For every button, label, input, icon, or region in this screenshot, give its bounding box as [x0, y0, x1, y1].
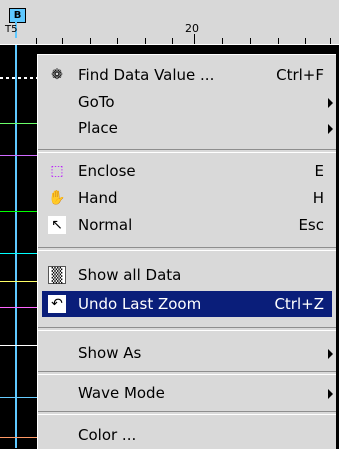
menu-item-label: Show all Data	[78, 266, 182, 284]
menu-item-shortcut: E	[314, 162, 324, 180]
menu-item-wave-mode[interactable]: Wave Mode	[42, 380, 333, 406]
menu-item-label: Wave Mode	[78, 384, 165, 402]
ruler-tick-label: 20	[185, 22, 199, 35]
ruler-tick	[62, 38, 63, 44]
submenu-arrow-icon	[328, 349, 333, 359]
menu-item-label: Show As	[78, 344, 142, 362]
wave-segment	[0, 253, 37, 254]
marker-label: B	[13, 10, 22, 21]
hand-icon: ✋	[48, 190, 66, 206]
menu-item-shortcut: H	[312, 189, 324, 207]
menu-item-normal[interactable]: ↖ Normal Esc	[42, 212, 332, 238]
menu-item-place[interactable]: Place	[42, 115, 333, 141]
binoculars-icon: ❁	[51, 67, 63, 83]
dotted-cursor-line	[0, 77, 40, 79]
menu-item-shortcut: Esc	[298, 216, 324, 234]
menu-separator	[38, 327, 336, 331]
ruler-tick	[117, 38, 118, 44]
wave-segment	[0, 345, 37, 346]
menu-item-label: Find Data Value ...	[78, 66, 215, 84]
menu-item-hand[interactable]: ✋ Hand H	[42, 185, 332, 211]
menu-item-label: Place	[78, 119, 118, 137]
wave-segment	[0, 211, 37, 212]
context-menu: ❁ Find Data Value ... Ctrl+F GoTo Place …	[37, 54, 336, 449]
menu-item-label: Color ...	[78, 426, 137, 444]
submenu-arrow-icon	[328, 389, 333, 399]
menu-separator	[38, 371, 336, 375]
ruler-tick	[278, 38, 279, 44]
wave-segment	[0, 307, 37, 308]
ruler-tick	[145, 38, 146, 44]
menu-item-find-data-value[interactable]: ❁ Find Data Value ... Ctrl+F	[42, 62, 332, 88]
ruler-tick	[90, 38, 91, 44]
menu-separator	[38, 247, 336, 251]
ruler-tick	[222, 38, 223, 44]
menu-item-show-as[interactable]: Show As	[42, 340, 333, 366]
wave-segment	[0, 281, 37, 282]
menu-item-undo-last-zoom[interactable]: ↶ Undo Last Zoom Ctrl+Z	[42, 291, 332, 317]
menu-item-label: GoTo	[78, 93, 115, 111]
ruler-tick	[250, 38, 251, 44]
enclose-icon: ⬚	[50, 163, 64, 179]
menu-item-goto[interactable]: GoTo	[42, 89, 333, 115]
wave-segment	[0, 155, 37, 156]
time-ruler[interactable]: B T5 20	[0, 0, 339, 45]
menu-item-label: Enclose	[78, 162, 136, 180]
cursor-line	[15, 45, 17, 448]
ruler-tick	[194, 34, 195, 44]
pointer-icon: ↖	[48, 216, 66, 234]
menu-item-label: Hand	[78, 189, 118, 207]
wave-segment	[0, 123, 37, 124]
ruler-tick	[305, 38, 306, 44]
ruler-tick	[36, 38, 37, 44]
menu-item-label: Normal	[78, 216, 133, 234]
marker-b[interactable]: B	[9, 8, 26, 23]
menu-item-label: Undo Last Zoom	[78, 295, 202, 313]
wave-segment	[0, 437, 37, 438]
show-all-data-icon: ▒	[48, 266, 66, 284]
ruler-tick	[172, 38, 173, 44]
marker-sub-label: T5	[5, 24, 18, 35]
menu-item-enclose[interactable]: ⬚ Enclose E	[42, 158, 332, 184]
menu-item-shortcut: Ctrl+F	[276, 66, 324, 84]
submenu-arrow-icon	[328, 124, 333, 134]
menu-separator	[38, 149, 336, 153]
submenu-arrow-icon	[328, 98, 333, 108]
menu-item-show-all-data[interactable]: ▒ Show all Data	[42, 262, 332, 288]
menu-item-shortcut: Ctrl+Z	[274, 295, 324, 313]
undo-icon: ↶	[48, 295, 66, 313]
wave-segment	[0, 397, 37, 398]
menu-item-color[interactable]: Color ...	[42, 422, 332, 448]
ruler-tick	[330, 38, 331, 44]
menu-separator	[38, 411, 336, 415]
